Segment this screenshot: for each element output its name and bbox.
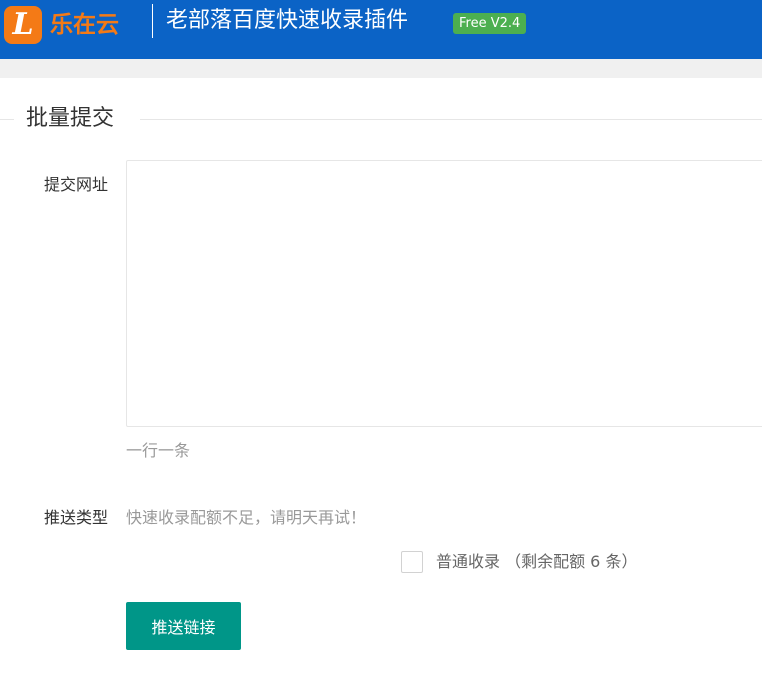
top-header-bar: L 乐在云 老部落百度快速收录插件 Free V2.4 [0,0,762,59]
normal-indexing-label[interactable]: 普通收录 （剩余配额 6 条） [436,551,637,573]
push-type-label: 推送类型 [43,508,108,527]
section-divider-left [0,119,14,120]
url-field-hint: 一行一条 [126,441,191,460]
header-separator-strip [0,59,762,78]
version-badge: Free V2.4 [453,13,527,34]
logo-letter: L [12,7,34,42]
url-field-label: 提交网址 [43,175,108,194]
logo-text: 乐在云 [50,12,119,38]
normal-indexing-checkbox[interactable] [401,551,423,573]
section-divider-right [140,119,762,120]
app-title: 老部落百度快速收录插件 [166,8,409,33]
url-textarea[interactable] [126,160,762,427]
section-title: 批量提交 [26,106,115,131]
header-divider [152,4,153,38]
push-links-button[interactable]: 推送链接 [126,602,241,650]
lezaiyun-logo-icon: L [4,6,42,44]
quota-warning-text: 快速收录配额不足，请明天再试！ [126,508,367,527]
